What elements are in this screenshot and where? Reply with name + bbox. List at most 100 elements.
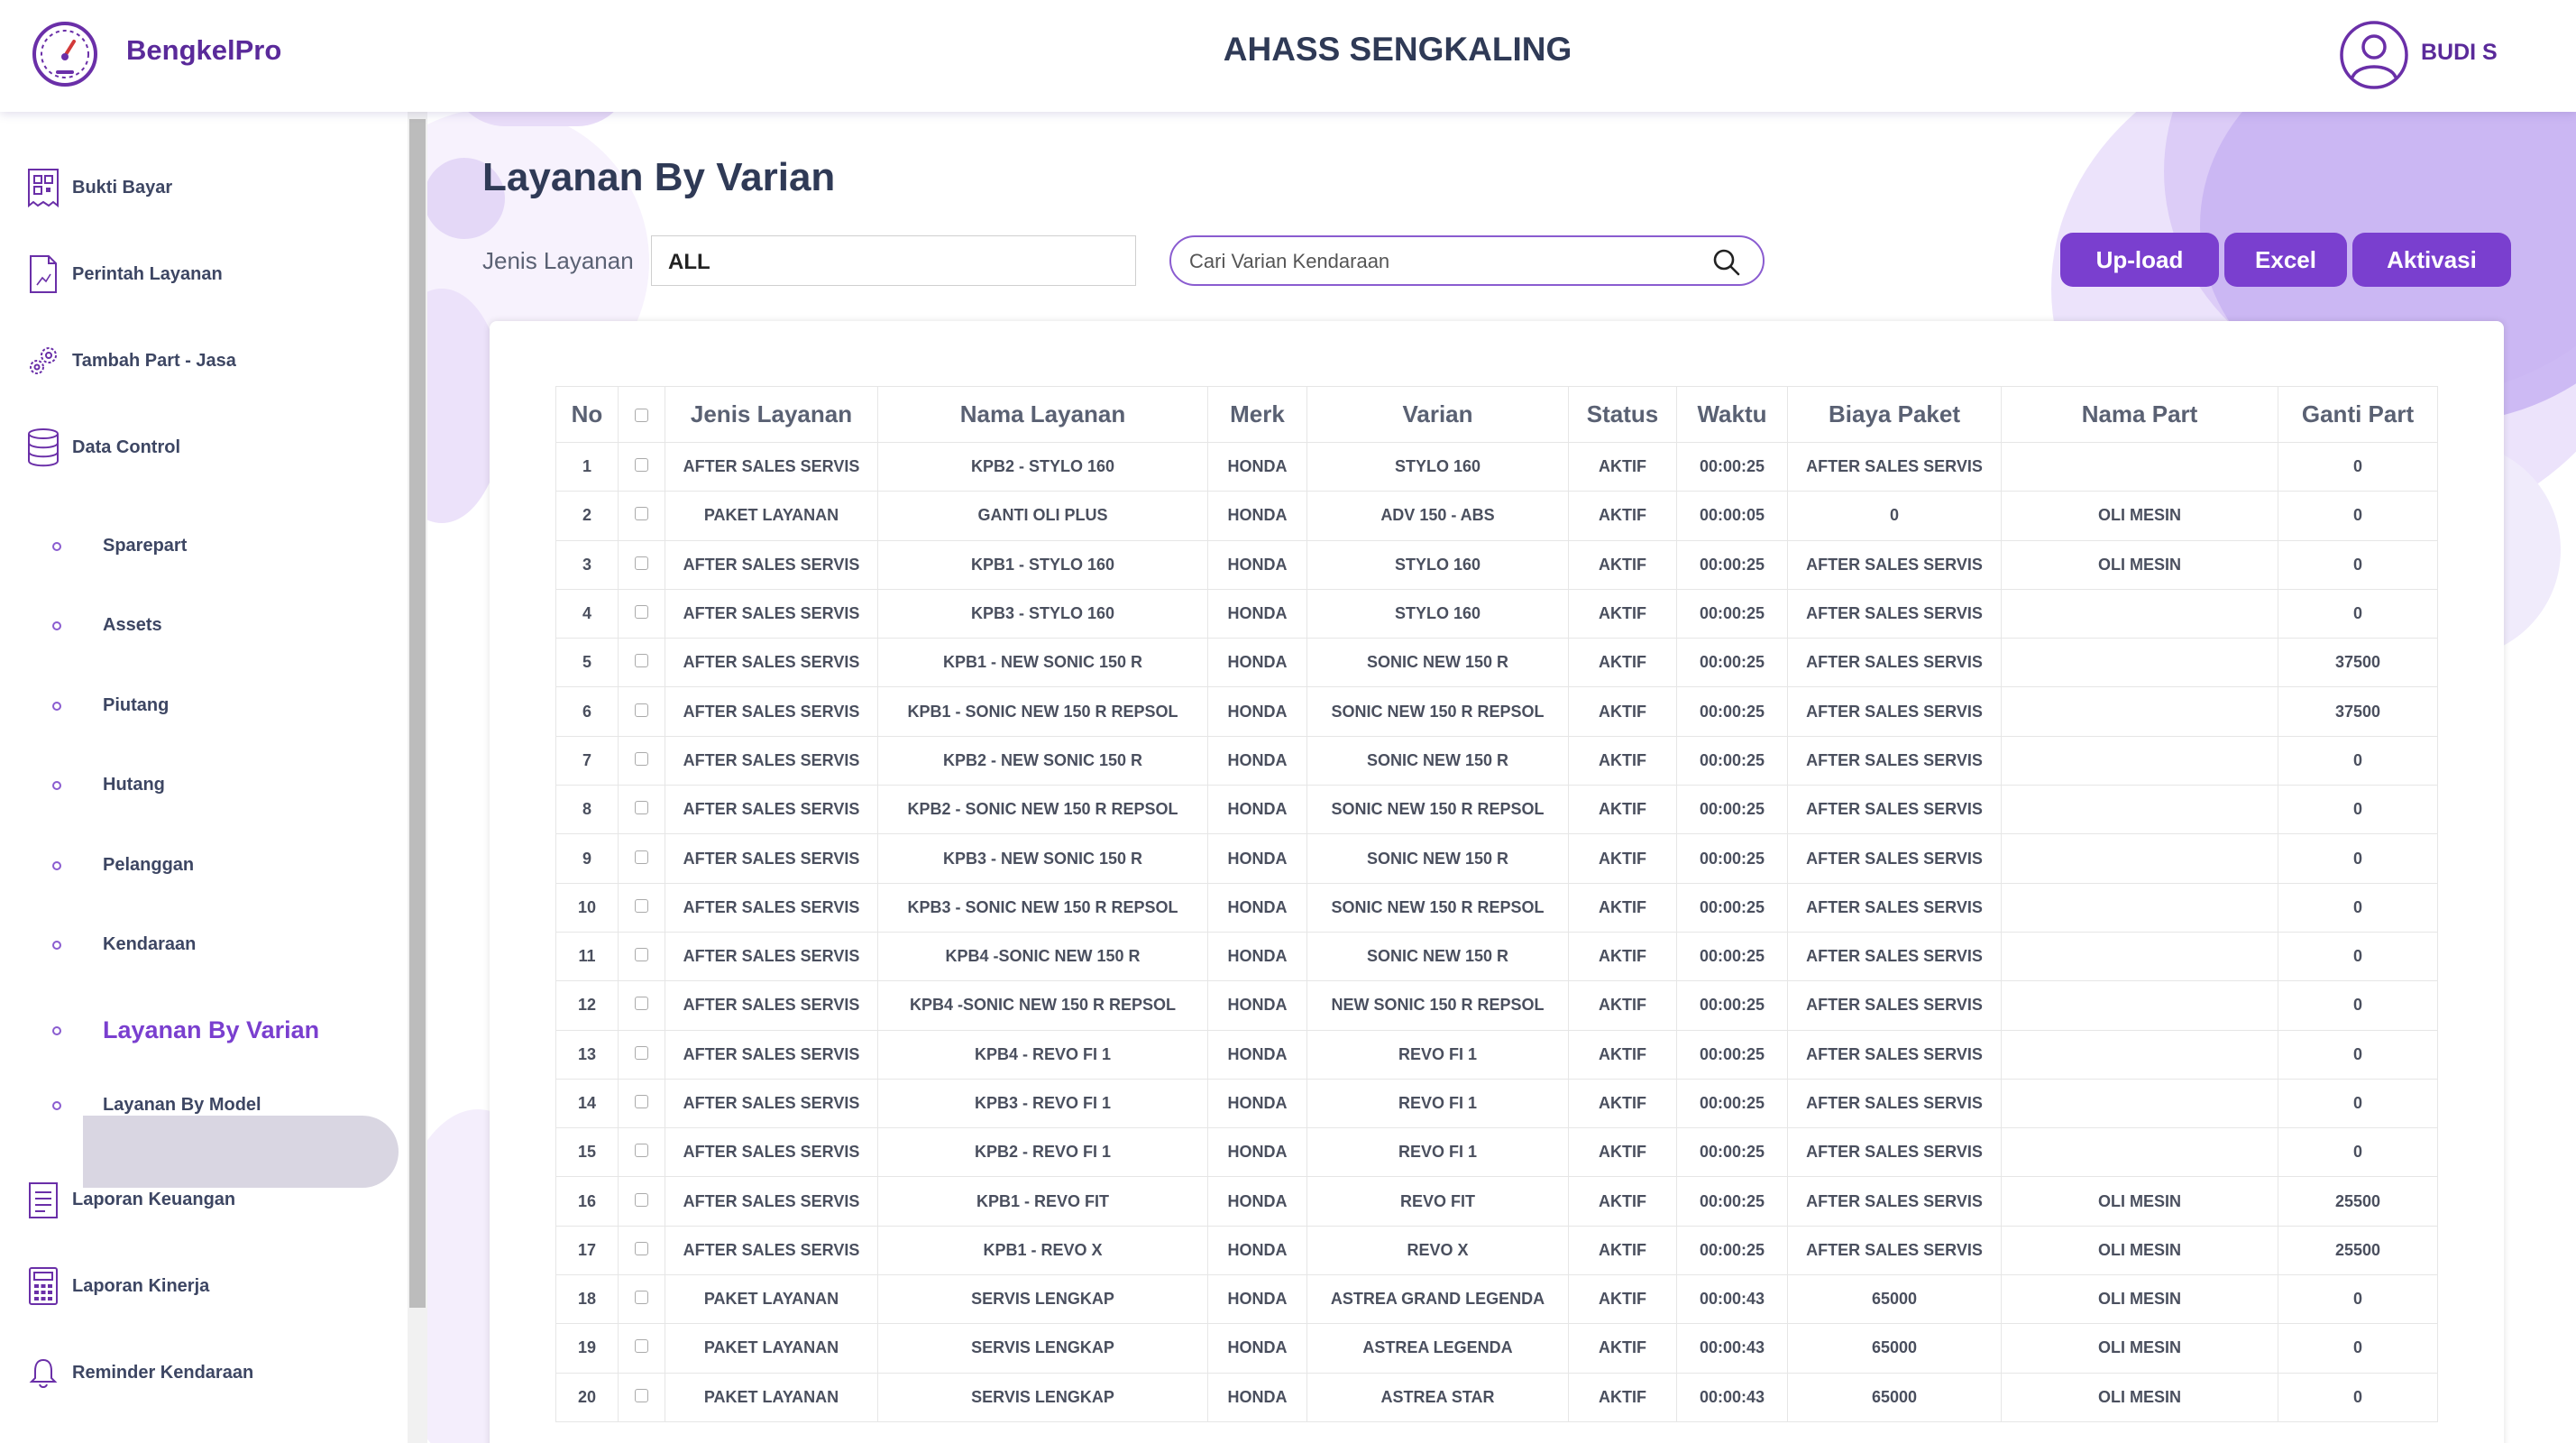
sidebar-item-tambah-part-jasa[interactable]: Tambah Part - Jasa bbox=[25, 341, 236, 381]
col-header-jenis-layanan[interactable]: Jenis Layanan bbox=[665, 386, 878, 443]
row-checkbox[interactable] bbox=[635, 556, 648, 570]
cell-select[interactable] bbox=[618, 735, 665, 786]
cell-select[interactable] bbox=[618, 539, 665, 590]
row-checkbox[interactable] bbox=[635, 997, 648, 1011]
row-checkbox[interactable] bbox=[635, 801, 648, 815]
cell-select[interactable] bbox=[618, 588, 665, 639]
cell-select[interactable] bbox=[618, 833, 665, 884]
cell-select[interactable] bbox=[618, 441, 665, 492]
sidebar-item-laporan-keuangan[interactable]: Laporan Keuangan bbox=[25, 1180, 235, 1219]
col-header-no[interactable]: No bbox=[555, 386, 619, 443]
user-avatar-icon[interactable] bbox=[2339, 20, 2409, 90]
cell-select[interactable] bbox=[618, 686, 665, 737]
row-checkbox[interactable] bbox=[635, 1192, 648, 1207]
table-row[interactable]: 18 PAKET LAYANAN SERVIS LENGKAP HONDA ASTREA… bbox=[555, 1274, 2438, 1325]
search-icon[interactable] bbox=[1712, 248, 1741, 277]
row-checkbox[interactable] bbox=[635, 458, 648, 473]
col-header-waktu[interactable]: Waktu bbox=[1676, 386, 1788, 443]
row-checkbox[interactable] bbox=[635, 751, 648, 766]
table-row[interactable]: 2 PAKET LAYANAN GANTI OLI PLUS HONDA ADV 150… bbox=[555, 491, 2438, 541]
table-row[interactable]: 1 AFTER SALES SERVIS KPB2 - STYLO 160 HONDA… bbox=[555, 441, 2438, 492]
table-row[interactable]: 3 AFTER SALES SERVIS KPB1 - STYLO 160 HONDA… bbox=[555, 539, 2438, 590]
cell-select[interactable] bbox=[618, 1225, 665, 1276]
sidebar-subitem-pelanggan[interactable]: Pelanggan bbox=[52, 855, 194, 876]
cell-select[interactable] bbox=[618, 882, 665, 933]
table-row[interactable]: 15 AFTER SALES SERVIS KPB2 - REVO FI 1 HOND… bbox=[555, 1127, 2438, 1178]
col-header-nama-layanan[interactable]: Nama Layanan bbox=[877, 386, 1208, 443]
sidebar-item-laporan-kinerja[interactable]: Laporan Kinerja bbox=[25, 1266, 209, 1306]
table-row[interactable]: 16 AFTER SALES SERVIS KPB1 - REVO FIT HONDA… bbox=[555, 1176, 2438, 1227]
sidebar-subitem-piutang[interactable]: Piutang bbox=[52, 695, 169, 716]
col-header-merk[interactable]: Merk bbox=[1207, 386, 1307, 443]
table-row[interactable]: 11 AFTER SALES SERVIS KPB4 -SONIC NEW 150 … bbox=[555, 931, 2438, 982]
table-row[interactable]: 8 AFTER SALES SERVIS KPB2 - SONIC NEW 150 … bbox=[555, 785, 2438, 835]
table-row[interactable]: 12 AFTER SALES SERVIS KPB4 -SONIC NEW 150 … bbox=[555, 980, 2438, 1031]
table-row[interactable]: 7 AFTER SALES SERVIS KPB2 - NEW SONIC 150 … bbox=[555, 735, 2438, 786]
row-checkbox[interactable] bbox=[635, 1241, 648, 1255]
row-checkbox[interactable] bbox=[635, 605, 648, 620]
sidebar-item-bukti-bayar[interactable]: Bukti Bayar bbox=[25, 168, 172, 207]
table-row[interactable]: 10 AFTER SALES SERVIS KPB3 - SONIC NEW 150… bbox=[555, 882, 2438, 933]
table-row[interactable]: 4 AFTER SALES SERVIS KPB3 - STYLO 160 HONDA… bbox=[555, 588, 2438, 639]
row-checkbox[interactable] bbox=[635, 948, 648, 962]
row-checkbox[interactable] bbox=[635, 507, 648, 521]
sidebar-subitem-layanan-by-varian[interactable]: Layanan By Varian bbox=[52, 1016, 319, 1044]
cell-select[interactable] bbox=[618, 980, 665, 1031]
sidebar-scrollbar-thumb[interactable] bbox=[409, 119, 426, 1308]
cell-select[interactable] bbox=[618, 1029, 665, 1080]
table-row[interactable]: 17 AFTER SALES SERVIS KPB1 - REVO X HONDA RE… bbox=[555, 1225, 2438, 1276]
sidebar-subitem-assets[interactable]: Assets bbox=[52, 615, 162, 636]
row-checkbox[interactable] bbox=[635, 1045, 648, 1060]
jenis-layanan-select[interactable]: ALL bbox=[651, 235, 1136, 286]
table-row[interactable]: 13 AFTER SALES SERVIS KPB4 - REVO FI 1 HOND… bbox=[555, 1029, 2438, 1080]
table-row[interactable]: 6 AFTER SALES SERVIS KPB1 - SONIC NEW 150 … bbox=[555, 686, 2438, 737]
col-header-status[interactable]: Status bbox=[1568, 386, 1677, 443]
cell-select[interactable] bbox=[618, 1078, 665, 1129]
table-row[interactable]: 20 PAKET LAYANAN SERVIS LENGKAP HONDA ASTREA… bbox=[555, 1372, 2438, 1422]
row-checkbox[interactable] bbox=[635, 654, 648, 668]
row-checkbox[interactable] bbox=[635, 1291, 648, 1305]
cell-select[interactable] bbox=[618, 1127, 665, 1178]
col-header-varian[interactable]: Varian bbox=[1306, 386, 1569, 443]
table-row[interactable]: 19 PAKET LAYANAN SERVIS LENGKAP HONDA ASTREA… bbox=[555, 1323, 2438, 1374]
sidebar-subitem-hutang[interactable]: Hutang bbox=[52, 775, 165, 795]
sidebar-item-perintah-layanan[interactable]: Perintah Layanan bbox=[25, 254, 223, 294]
cell-select[interactable] bbox=[618, 1323, 665, 1374]
sidebar-subitem-sparepart[interactable]: Sparepart bbox=[52, 536, 187, 556]
user-name[interactable]: BUDI S bbox=[2421, 40, 2498, 66]
table-row[interactable]: 5 AFTER SALES SERVIS KPB1 - NEW SONIC 150 … bbox=[555, 638, 2438, 688]
sidebar-subitem-layanan-by-model[interactable]: Layanan By Model bbox=[52, 1095, 261, 1116]
row-checkbox[interactable] bbox=[635, 703, 648, 717]
col-header-nama-part[interactable]: Nama Part bbox=[2001, 386, 2278, 443]
search-box[interactable] bbox=[1169, 235, 1765, 286]
row-checkbox[interactable] bbox=[635, 850, 648, 864]
col-header-ganti-part[interactable]: Ganti Part bbox=[2278, 386, 2438, 443]
search-input[interactable] bbox=[1189, 248, 1694, 275]
excel-button[interactable]: Excel bbox=[2224, 233, 2347, 287]
sidebar-item-label: Tambah Part - Jasa bbox=[72, 350, 236, 371]
cell-select[interactable] bbox=[618, 931, 665, 982]
cell-select[interactable] bbox=[618, 785, 665, 835]
table-row[interactable]: 14 AFTER SALES SERVIS KPB3 - REVO FI 1 HOND… bbox=[555, 1078, 2438, 1129]
cell-select[interactable] bbox=[618, 1176, 665, 1227]
cell-select[interactable] bbox=[618, 1274, 665, 1325]
row-checkbox[interactable] bbox=[635, 1388, 648, 1402]
cell-select[interactable] bbox=[618, 491, 665, 541]
row-checkbox[interactable] bbox=[635, 1095, 648, 1108]
sidebar-item-data-control[interactable]: Data Control bbox=[25, 427, 180, 467]
row-checkbox[interactable] bbox=[635, 898, 648, 913]
row-checkbox[interactable] bbox=[635, 1144, 648, 1158]
col-header-biaya-paket[interactable]: Biaya Paket bbox=[1787, 386, 2002, 443]
row-checkbox[interactable] bbox=[635, 1339, 648, 1354]
cell-nama-layanan: KPB1 - STYLO 160 bbox=[877, 539, 1208, 590]
aktivasi-button[interactable]: Aktivasi bbox=[2352, 233, 2511, 287]
cell-jenis-layanan: AFTER SALES SERVIS bbox=[665, 588, 878, 639]
col-header-select-all[interactable] bbox=[618, 386, 665, 443]
select-all-checkbox[interactable] bbox=[635, 409, 648, 422]
table-row[interactable]: 9 AFTER SALES SERVIS KPB3 - NEW SONIC 150 … bbox=[555, 833, 2438, 884]
cell-select[interactable] bbox=[618, 1372, 665, 1422]
cell-select[interactable] bbox=[618, 638, 665, 688]
sidebar-item-reminder-kendaraan[interactable]: Reminder Kendaraan bbox=[25, 1353, 253, 1392]
upload-button[interactable]: Up-load bbox=[2060, 233, 2219, 287]
sidebar-subitem-kendaraan[interactable]: Kendaraan bbox=[52, 934, 196, 955]
